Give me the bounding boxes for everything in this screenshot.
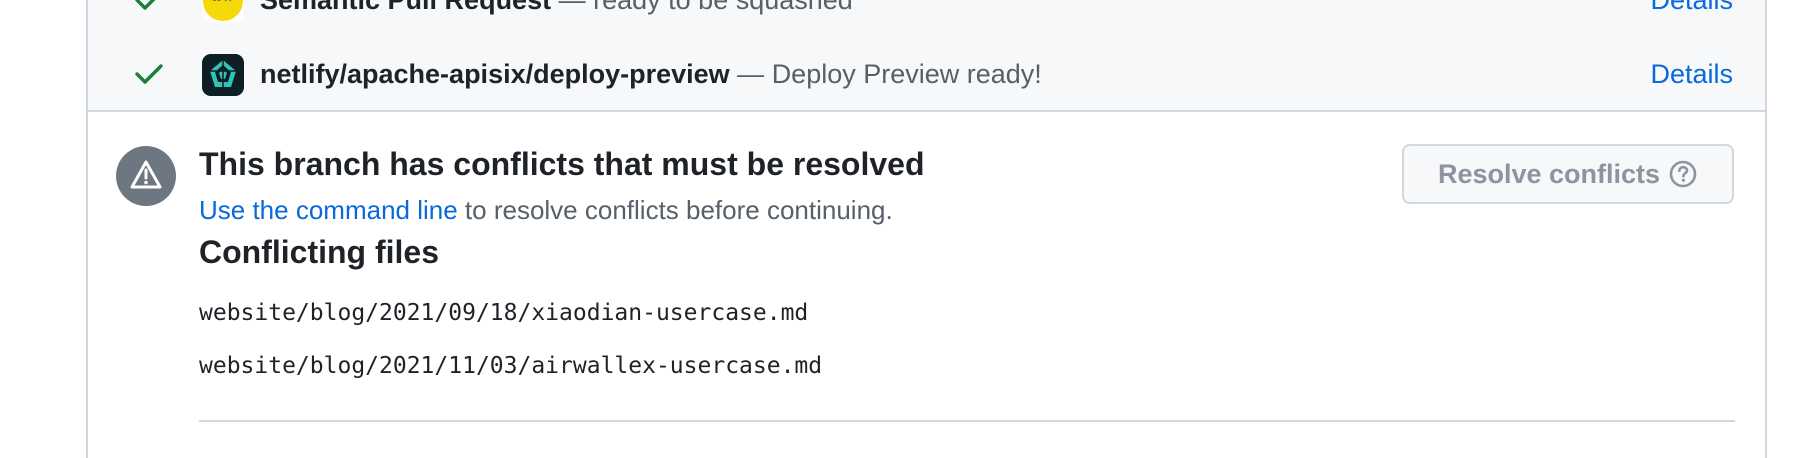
conflict-description: Use the command line to resolve conflict… bbox=[199, 194, 893, 226]
conflicting-file: website/blog/2021/11/03/airwallex-userca… bbox=[199, 353, 823, 379]
resolve-conflicts-button[interactable]: Resolve conflicts bbox=[1402, 144, 1734, 204]
check-row-semantic-pr: “” Semantic Pull Request — ready to be s… bbox=[88, 0, 1765, 38]
check-separator: — bbox=[737, 59, 765, 89]
resolve-conflicts-label: Resolve conflicts bbox=[1437, 158, 1661, 189]
merge-box: “” Semantic Pull Request — ready to be s… bbox=[86, 0, 1767, 458]
check-name: Semantic Pull Request bbox=[260, 0, 552, 15]
check-description: Semantic Pull Request — ready to be squa… bbox=[260, 0, 853, 16]
svg-text:“”: “” bbox=[211, 0, 235, 13]
check-icon bbox=[135, 0, 156, 10]
check-status: ready to be squashed bbox=[593, 0, 853, 15]
netlify-app-icon bbox=[202, 54, 244, 96]
check-icon bbox=[135, 64, 163, 84]
semantic-pr-app-icon: “” bbox=[202, 0, 244, 22]
check-name: netlify/apache-apisix/deploy-preview bbox=[260, 59, 730, 89]
check-row-netlify: netlify/apache-apisix/deploy-preview — D… bbox=[88, 36, 1765, 112]
details-link[interactable]: Details bbox=[1650, 58, 1733, 90]
question-icon bbox=[1669, 160, 1697, 188]
command-line-link[interactable]: Use the command line bbox=[199, 195, 458, 225]
divider bbox=[199, 420, 1735, 422]
conflict-title: This branch has conflicts that must be r… bbox=[199, 146, 925, 182]
details-link[interactable]: Details bbox=[1650, 0, 1733, 16]
check-description: netlify/apache-apisix/deploy-preview — D… bbox=[260, 58, 1042, 90]
conflicting-files-heading: Conflicting files bbox=[199, 234, 439, 270]
conflict-section: This branch has conflicts that must be r… bbox=[88, 114, 1765, 454]
alert-icon bbox=[116, 146, 176, 206]
check-separator: — bbox=[558, 0, 586, 15]
conflicting-file: website/blog/2021/09/18/xiaodian-usercas… bbox=[199, 300, 809, 326]
conflict-description-text: to resolve conflicts before continuing. bbox=[464, 195, 893, 225]
check-status: Deploy Preview ready! bbox=[771, 59, 1042, 89]
